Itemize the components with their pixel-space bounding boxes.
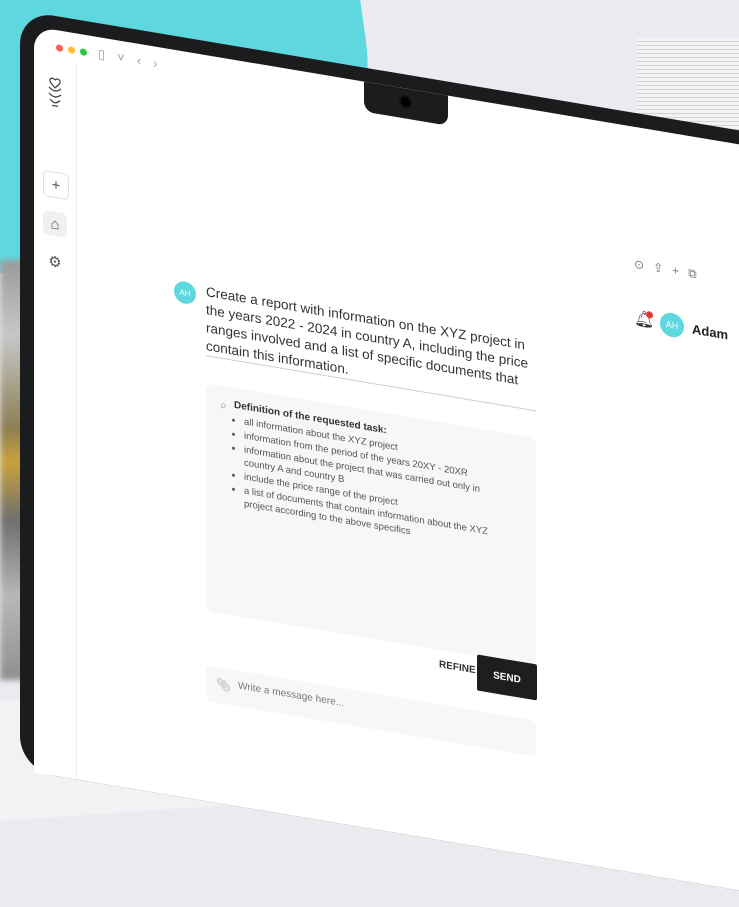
app-window: ▯ ˅ ‹ › + ⌂ ⚙ ⊙ ⇪ + ⧉ 🔔︎ AH Adam AH Crea… [34,26,739,905]
camera-notch [364,81,448,126]
window-controls [56,44,87,57]
refine-button[interactable]: REFINE [439,659,476,676]
plus-icon: + [51,175,61,195]
logo-icon [48,77,62,108]
top-right-tools: ⊙ ⇪ + ⧉ [634,257,697,282]
task-definition-card: ⌕ Definition of the requested task: all … [206,383,536,667]
share-icon[interactable]: ⇪ [653,260,663,277]
back-icon[interactable]: ‹ [137,53,141,70]
gear-icon: ⚙ [48,252,62,272]
attach-icon[interactable]: 📎︎ [216,677,231,694]
browser-toolbar: ▯ ˅ ‹ › [98,46,157,72]
notification-bell-icon[interactable]: 🔔︎ [634,310,654,331]
history-icon[interactable]: ⊙ [634,257,644,274]
task-list: all information about the XYZ project in… [234,414,504,555]
message-avatar: AH [174,279,196,306]
sidebar: + ⌂ ⚙ [34,56,77,780]
notification-badge [646,310,653,319]
camera-icon [401,96,410,108]
user-menu[interactable]: 🔔︎ AH Adam [634,307,728,347]
search-icon: ⌕ [220,397,227,413]
app-logo [44,74,66,112]
close-window-button[interactable] [56,44,63,53]
minimize-window-button[interactable] [68,46,75,55]
laptop-device: ▯ ˅ ‹ › + ⌂ ⚙ ⊙ ⇪ + ⧉ 🔔︎ AH Adam AH Crea… [20,10,739,907]
avatar[interactable]: AH [660,311,684,340]
zoom-window-button[interactable] [80,48,87,57]
user-name: Adam [692,320,729,342]
sidebar-toggle-icon[interactable]: ▯ [98,46,105,63]
forward-icon[interactable]: › [153,55,157,72]
new-tab-icon[interactable]: + [672,263,679,279]
message-input[interactable] [236,679,500,737]
home-button[interactable]: ⌂ [43,209,67,238]
chevron-down-icon[interactable]: ˅ [117,49,125,66]
settings-button[interactable]: ⚙ [43,248,67,276]
new-chat-button[interactable]: + [43,169,69,201]
copy-icon[interactable]: ⧉ [688,266,697,282]
home-icon: ⌂ [50,214,60,234]
